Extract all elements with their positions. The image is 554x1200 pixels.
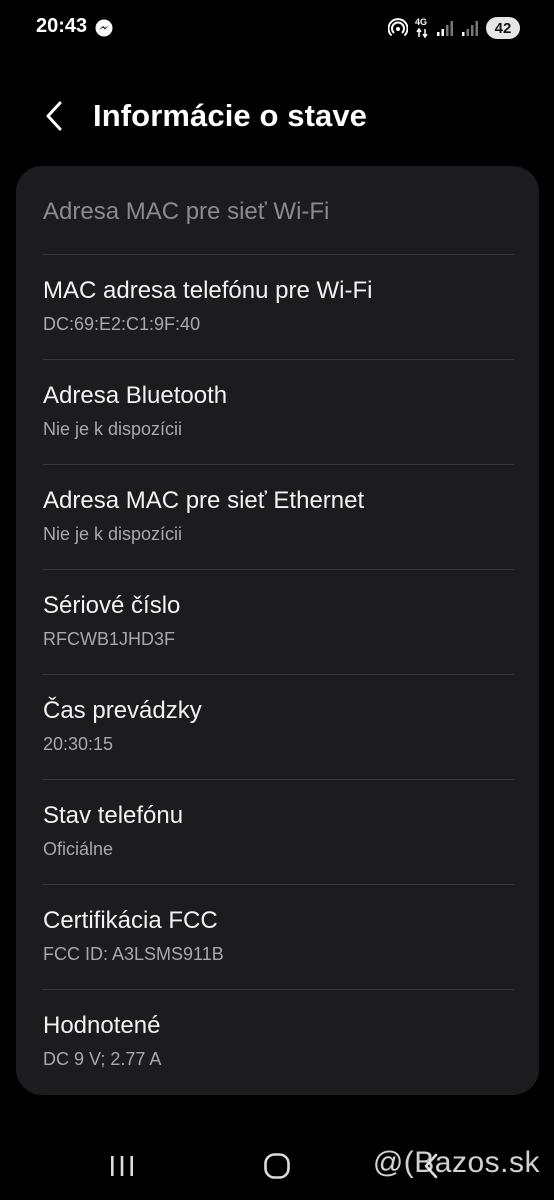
item-title: Adresa MAC pre sieť Ethernet: [43, 487, 365, 514]
signal-icon-2: [462, 21, 478, 36]
chevron-left-icon: [46, 101, 62, 131]
item-title: Stav telefónu: [43, 802, 184, 829]
list-item-fcc[interactable]: Certifikácia FCC FCC ID: A3LSMS911B: [16, 884, 539, 988]
list-item-serial-number[interactable]: Sériové číslo RFCWB1JHD3F: [16, 569, 539, 673]
app-header: Informácie o stave: [0, 80, 554, 152]
hotspot-icon: [388, 18, 408, 37]
list-item-ethernet-mac[interactable]: Adresa MAC pre sieť Ethernet Nie je k di…: [16, 464, 539, 568]
recents-icon: [111, 1156, 133, 1176]
watermark: @(Bazos.sk: [372, 1146, 540, 1179]
status-icons: 4G 42: [388, 15, 520, 41]
list-item-bluetooth[interactable]: Adresa Bluetooth Nie je k dispozícii: [16, 359, 539, 463]
item-value: Nie je k dispozícii: [43, 419, 183, 439]
recents-button[interactable]: [102, 1146, 142, 1186]
section-header: Adresa MAC pre sieť Wi-Fi: [43, 198, 330, 225]
status-bar: 20:43 4G 42: [0, 0, 554, 56]
list-item-rated[interactable]: Hodnotené DC 9 V; 2.77 A: [16, 989, 539, 1093]
item-title: Certifikácia FCC: [43, 907, 218, 934]
network-type-icon: 4G: [415, 17, 429, 39]
item-title: Hodnotené: [43, 1012, 161, 1039]
status-info-card: Adresa MAC pre sieť Wi-Fi MAC adresa tel…: [16, 166, 539, 1095]
status-time: 20:43: [36, 15, 88, 37]
list-item-wifi-mac[interactable]: MAC adresa telefónu pre Wi-Fi DC:69:E2:C…: [16, 254, 539, 358]
item-title: Sériové číslo: [43, 592, 181, 619]
item-title: Adresa Bluetooth: [43, 382, 228, 409]
messenger-icon: [95, 19, 113, 37]
item-value: Oficiálne: [43, 839, 114, 859]
list-item-phone-status[interactable]: Stav telefónu Oficiálne: [16, 779, 539, 883]
item-title: Čas prevádzky: [43, 697, 202, 724]
list-item-uptime[interactable]: Čas prevádzky 20:30:15: [16, 674, 539, 778]
item-value: 20:30:15: [43, 734, 114, 754]
signal-icon: [437, 21, 453, 36]
item-value: DC 9 V; 2.77 A: [43, 1049, 162, 1069]
home-button[interactable]: [257, 1146, 297, 1186]
item-value: RFCWB1JHD3F: [43, 629, 176, 649]
item-title: MAC adresa telefónu pre Wi-Fi: [43, 277, 373, 304]
back-button[interactable]: [36, 96, 72, 136]
page-title: Informácie o stave: [93, 98, 368, 133]
item-value: DC:69:E2:C1:9F:40: [43, 314, 201, 334]
network-type-label: 4G: [415, 17, 428, 27]
battery-indicator: 42: [486, 17, 520, 39]
item-value: FCC ID: A3LSMS911B: [43, 944, 224, 964]
home-icon: [264, 1153, 290, 1179]
item-value: Nie je k dispozícii: [43, 524, 183, 544]
